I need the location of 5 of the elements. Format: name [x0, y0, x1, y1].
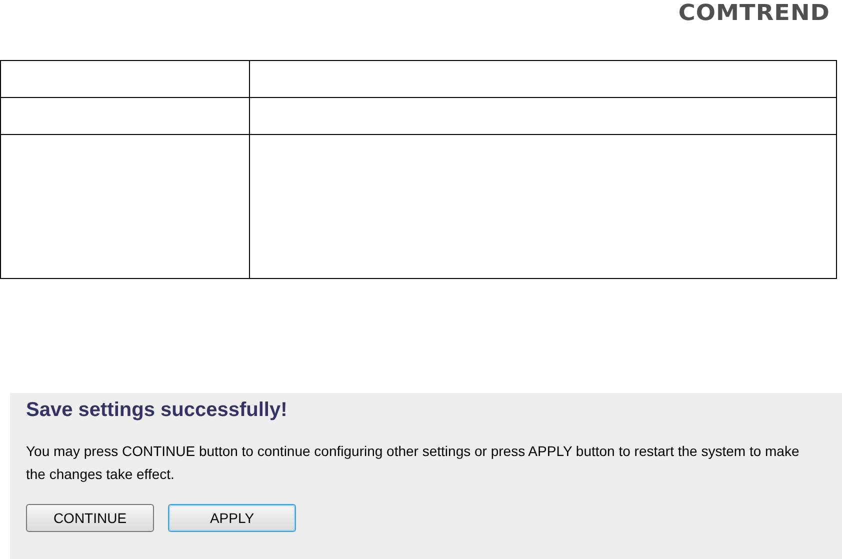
panel-title: Save settings successfully! [26, 399, 288, 422]
panel-message: You may press CONTINUE button to continue configuring other settings or press APPLY button to restart the system to make the changes take effect. [26, 442, 800, 484]
action-button[interactable]: CONTINUE [26, 504, 154, 532]
action-button[interactable]: APPLY [168, 504, 296, 532]
brand-logo: COMTREND [678, 2, 830, 26]
